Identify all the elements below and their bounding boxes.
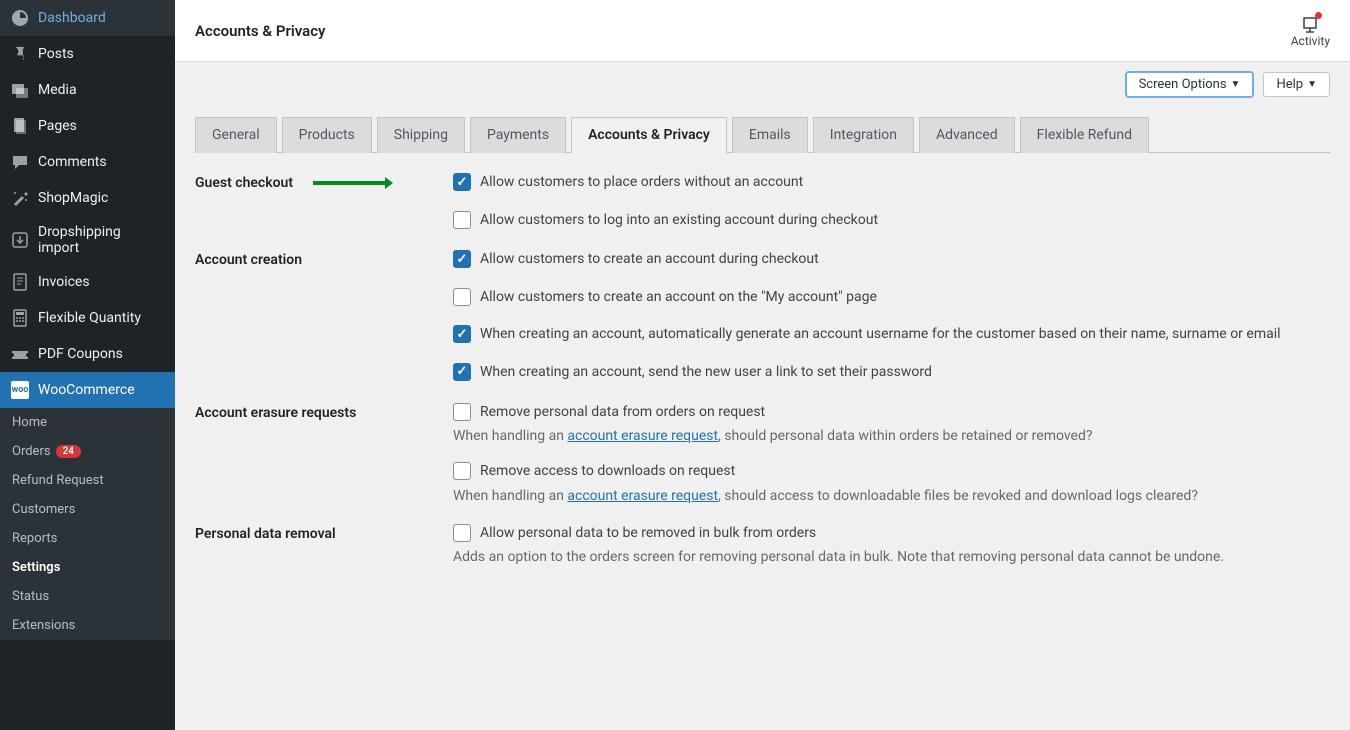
tab-integration[interactable]: Integration (813, 117, 914, 153)
sidebar-label: Media (38, 82, 77, 98)
option-create-myaccount: Allow customers to create an account on … (453, 288, 1330, 308)
option-desc: When handling an account erasure request… (453, 488, 1330, 504)
checkbox-login-checkout[interactable] (453, 211, 471, 229)
checkbox-guest-orders[interactable] (453, 173, 471, 191)
sidebar-item-invoices[interactable]: Invoices (0, 264, 175, 300)
section-account-erasure: Account erasure requests Remove personal… (195, 403, 1330, 504)
sidebar-label: WooCommerce (38, 382, 135, 398)
option-guest-orders: Allow customers to place orders without … (453, 173, 1330, 193)
erasure-request-link[interactable]: account erasure request (567, 488, 718, 504)
settings-form: Guest checkout Allow customers to place … (175, 153, 1350, 605)
sidebar-label: ShopMagic (38, 190, 108, 206)
option-auto-username: When creating an account, automatically … (453, 325, 1330, 345)
tab-emails[interactable]: Emails (732, 117, 808, 153)
option-remove-order-data: Remove personal data from orders on requ… (453, 403, 1330, 423)
tab-advanced[interactable]: Advanced (919, 117, 1015, 153)
sidebar-item-media[interactable]: Media (0, 72, 175, 108)
invoice-icon (10, 272, 30, 292)
dashboard-icon (10, 8, 30, 28)
options-row: Screen Options▼ Help▼ (175, 62, 1350, 97)
sidebar-sub-extensions[interactable]: Extensions (0, 611, 175, 640)
activity-button[interactable]: Activity (1291, 14, 1330, 48)
sidebar-label: PDF Coupons (38, 346, 123, 362)
sidebar-item-comments[interactable]: Comments (0, 144, 175, 180)
admin-sidebar: Dashboard Posts Media Pages Comments Sho… (0, 0, 175, 730)
option-desc: Adds an option to the orders screen for … (453, 549, 1330, 565)
media-icon (10, 80, 30, 100)
tab-products[interactable]: Products (282, 117, 372, 153)
checkbox-remove-order-data[interactable] (453, 403, 471, 421)
sidebar-sub-orders[interactable]: Orders24 (0, 437, 175, 466)
sidebar-item-dropshipping[interactable]: Dropshipping import (0, 216, 175, 264)
sidebar-sub-reports[interactable]: Reports (0, 524, 175, 553)
woocommerce-icon: woo (10, 380, 30, 400)
sidebar-sub-home[interactable]: Home (0, 408, 175, 437)
magic-icon (10, 188, 30, 208)
sidebar-item-shopmagic[interactable]: ShopMagic (0, 180, 175, 216)
activity-icon (1300, 14, 1320, 34)
option-desc: When handling an account erasure request… (453, 428, 1330, 444)
section-personal-data-removal: Personal data removal Allow personal dat… (195, 524, 1330, 566)
sidebar-label: Dropshipping import (38, 224, 165, 256)
calculator-icon (10, 308, 30, 328)
option-remove-downloads: Remove access to downloads on request (453, 462, 1330, 482)
sidebar-item-dashboard[interactable]: Dashboard (0, 0, 175, 36)
sidebar-label: Posts (38, 46, 74, 62)
section-label: Personal data removal (195, 524, 453, 542)
comments-icon (10, 152, 30, 172)
checkbox-password-link[interactable] (453, 363, 471, 381)
sidebar-item-woocommerce[interactable]: woo WooCommerce (0, 372, 175, 408)
sidebar-label: Invoices (38, 274, 90, 290)
screen-options-button[interactable]: Screen Options▼ (1126, 72, 1254, 97)
sidebar-label: Dashboard (38, 10, 106, 26)
coupon-icon (10, 344, 30, 364)
sidebar-sub-settings[interactable]: Settings (0, 553, 175, 582)
tab-payments[interactable]: Payments (470, 117, 566, 153)
checkbox-auto-username[interactable] (453, 325, 471, 343)
checkbox-remove-downloads[interactable] (453, 462, 471, 480)
import-icon (10, 230, 30, 250)
sidebar-item-pages[interactable]: Pages (0, 108, 175, 144)
sidebar-item-flexible-quantity[interactable]: Flexible Quantity (0, 300, 175, 336)
tab-accounts-privacy[interactable]: Accounts & Privacy (571, 117, 727, 153)
sidebar-item-pdf-coupons[interactable]: PDF Coupons (0, 336, 175, 372)
option-password-link: When creating an account, send the new u… (453, 363, 1330, 383)
notification-dot (1315, 12, 1322, 19)
sidebar-sub-customers[interactable]: Customers (0, 495, 175, 524)
checkbox-create-checkout[interactable] (453, 250, 471, 268)
page-title: Accounts & Privacy (195, 22, 326, 40)
section-label: Guest checkout (195, 173, 453, 191)
sidebar-sub-refund-request[interactable]: Refund Request (0, 466, 175, 495)
top-bar: Accounts & Privacy Activity (175, 0, 1350, 62)
settings-tabs: General Products Shipping Payments Accou… (175, 97, 1350, 152)
pin-icon (10, 44, 30, 64)
checkbox-bulk-remove[interactable] (453, 524, 471, 542)
erasure-request-link[interactable]: account erasure request (567, 428, 718, 444)
tab-shipping[interactable]: Shipping (377, 117, 465, 153)
section-label: Account erasure requests (195, 403, 453, 421)
tab-general[interactable]: General (195, 117, 277, 153)
sidebar-label: Pages (38, 118, 77, 134)
sidebar-item-posts[interactable]: Posts (0, 36, 175, 72)
orders-badge: 24 (56, 445, 81, 458)
section-account-creation: Account creation Allow customers to crea… (195, 250, 1330, 382)
section-label: Account creation (195, 250, 453, 268)
sidebar-label: Flexible Quantity (38, 310, 141, 326)
main-content: Accounts & Privacy Activity Screen Optio… (175, 0, 1350, 730)
arrow-icon (313, 177, 393, 189)
sidebar-sub-status[interactable]: Status (0, 582, 175, 611)
checkbox-create-myaccount[interactable] (453, 288, 471, 306)
option-create-checkout: Allow customers to create an account dur… (453, 250, 1330, 270)
tab-flexible-refund[interactable]: Flexible Refund (1020, 117, 1149, 153)
option-login-checkout: Allow customers to log into an existing … (453, 211, 1330, 231)
option-bulk-remove: Allow personal data to be removed in bul… (453, 524, 1330, 544)
caret-down-icon: ▼ (1231, 79, 1241, 90)
pages-icon (10, 116, 30, 136)
help-button[interactable]: Help▼ (1263, 72, 1330, 97)
section-guest-checkout: Guest checkout Allow customers to place … (195, 173, 1330, 230)
caret-down-icon: ▼ (1307, 79, 1317, 90)
sidebar-label: Comments (38, 154, 107, 170)
